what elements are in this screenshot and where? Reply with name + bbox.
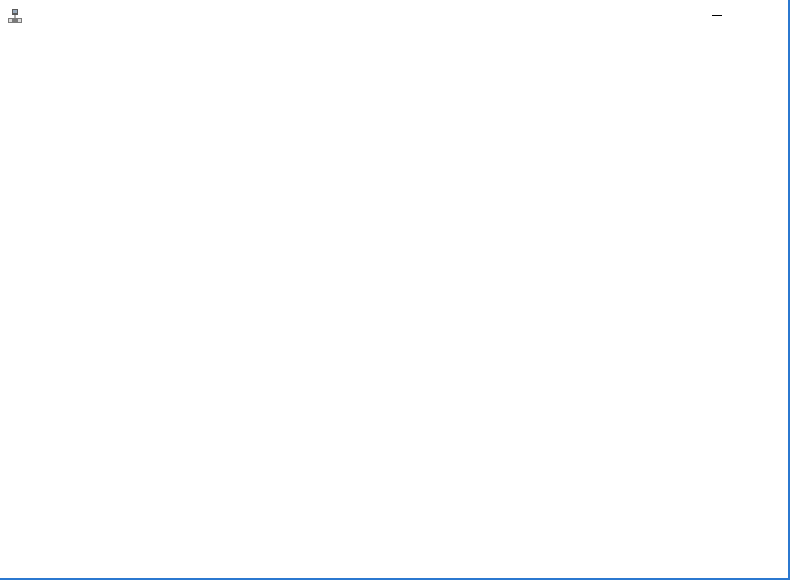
device-manager-window bbox=[0, 0, 790, 580]
device-manager-icon bbox=[7, 8, 23, 24]
title-bar[interactable] bbox=[0, 0, 788, 32]
